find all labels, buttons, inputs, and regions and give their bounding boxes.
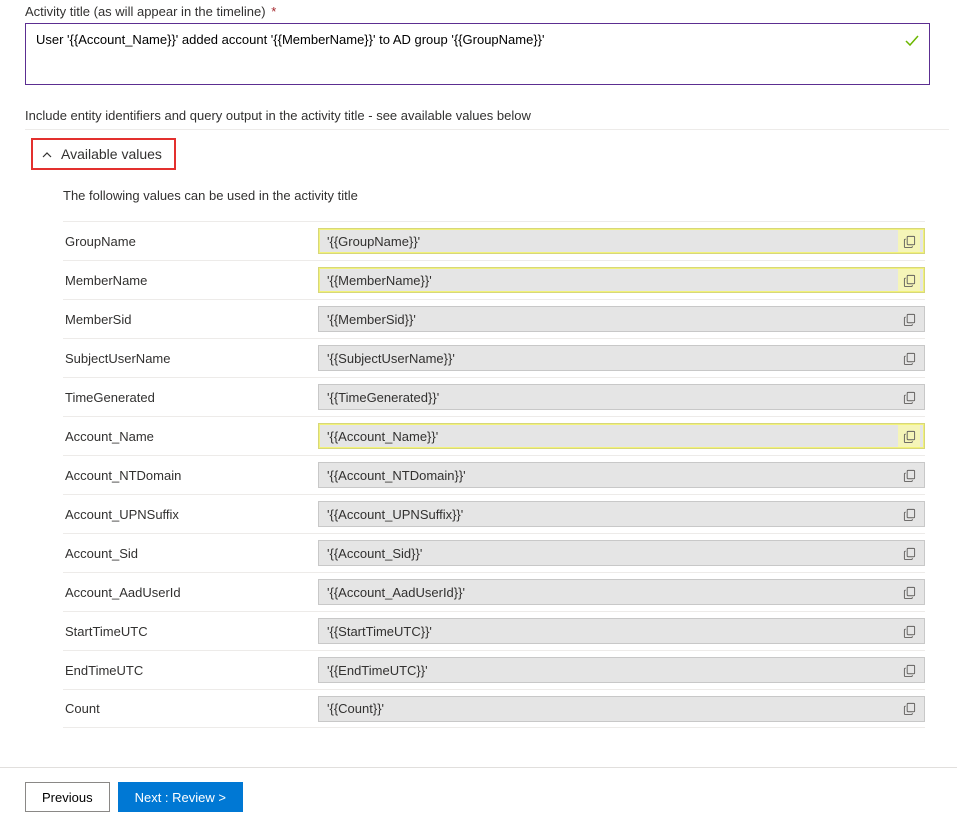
copy-icon[interactable] bbox=[898, 425, 920, 447]
value-name: TimeGenerated bbox=[63, 390, 318, 405]
value-name: Account_AadUserId bbox=[63, 585, 318, 600]
value-token-box: '{{EndTimeUTC}}' bbox=[318, 657, 925, 683]
value-token: '{{Account_NTDomain}}' bbox=[327, 468, 898, 483]
value-row: MemberName '{{MemberName}}' bbox=[63, 260, 925, 299]
value-token: '{{EndTimeUTC}}' bbox=[327, 663, 898, 678]
available-values-toggle[interactable]: Available values bbox=[31, 138, 176, 170]
copy-icon[interactable] bbox=[898, 464, 920, 486]
divider bbox=[25, 129, 949, 130]
value-token: '{{Account_UPNSuffix}}' bbox=[327, 507, 898, 522]
value-name: MemberName bbox=[63, 273, 318, 288]
copy-icon[interactable] bbox=[898, 698, 920, 720]
copy-icon[interactable] bbox=[898, 503, 920, 525]
value-row: SubjectUserName '{{SubjectUserName}}' bbox=[63, 338, 925, 377]
available-values-label: Available values bbox=[61, 146, 162, 162]
value-name: EndTimeUTC bbox=[63, 663, 318, 678]
value-name: Account_UPNSuffix bbox=[63, 507, 318, 522]
value-row: Account_Name '{{Account_Name}}' bbox=[63, 416, 925, 455]
value-token: '{{Account_Name}}' bbox=[327, 429, 898, 444]
value-row: Account_AadUserId '{{Account_AadUserId}}' bbox=[63, 572, 925, 611]
chevron-up-icon bbox=[41, 148, 53, 160]
value-token: '{{Account_Sid}}' bbox=[327, 546, 898, 561]
value-token-box: '{{Account_NTDomain}}' bbox=[318, 462, 925, 488]
value-token: '{{MemberSid}}' bbox=[327, 312, 898, 327]
value-token: '{{GroupName}}' bbox=[327, 234, 898, 249]
value-name: Account_NTDomain bbox=[63, 468, 318, 483]
value-token-box: '{{GroupName}}' bbox=[318, 228, 925, 254]
value-row: Count '{{Count}}' bbox=[63, 689, 925, 728]
copy-icon[interactable] bbox=[898, 542, 920, 564]
value-token-box: '{{MemberName}}' bbox=[318, 267, 925, 293]
value-name: SubjectUserName bbox=[63, 351, 318, 366]
copy-icon[interactable] bbox=[898, 347, 920, 369]
value-token-box: '{{TimeGenerated}}' bbox=[318, 384, 925, 410]
value-name: Count bbox=[63, 701, 318, 716]
value-row: EndTimeUTC '{{EndTimeUTC}}' bbox=[63, 650, 925, 689]
value-row: Account_NTDomain '{{Account_NTDomain}}' bbox=[63, 455, 925, 494]
value-token-box: '{{Account_AadUserId}}' bbox=[318, 579, 925, 605]
copy-icon[interactable] bbox=[898, 269, 920, 291]
checkmark-icon bbox=[904, 33, 920, 49]
required-marker: * bbox=[271, 4, 276, 19]
value-token-box: '{{StartTimeUTC}}' bbox=[318, 618, 925, 644]
copy-icon[interactable] bbox=[898, 620, 920, 642]
value-token-box: '{{Account_Name}}' bbox=[318, 423, 925, 449]
value-row: Account_UPNSuffix '{{Account_UPNSuffix}}' bbox=[63, 494, 925, 533]
value-token-box: '{{MemberSid}}' bbox=[318, 306, 925, 332]
activity-title-input[interactable] bbox=[25, 23, 930, 85]
value-name: Account_Name bbox=[63, 429, 318, 444]
copy-icon[interactable] bbox=[898, 659, 920, 681]
value-name: MemberSid bbox=[63, 312, 318, 327]
value-row: Account_Sid '{{Account_Sid}}' bbox=[63, 533, 925, 572]
hint-text: Include entity identifiers and query out… bbox=[25, 108, 949, 123]
value-name: GroupName bbox=[63, 234, 318, 249]
value-token-box: '{{Account_UPNSuffix}}' bbox=[318, 501, 925, 527]
wizard-footer: Previous Next : Review > bbox=[0, 767, 957, 826]
previous-button[interactable]: Previous bbox=[25, 782, 110, 812]
value-token: '{{Account_AadUserId}}' bbox=[327, 585, 898, 600]
value-token: '{{MemberName}}' bbox=[327, 273, 898, 288]
value-name: StartTimeUTC bbox=[63, 624, 318, 639]
values-table: GroupName '{{GroupName}}' MemberName '{{Mem… bbox=[63, 221, 925, 728]
copy-icon[interactable] bbox=[898, 308, 920, 330]
copy-icon[interactable] bbox=[898, 230, 920, 252]
value-row: GroupName '{{GroupName}}' bbox=[63, 221, 925, 260]
value-token: '{{TimeGenerated}}' bbox=[327, 390, 898, 405]
value-token-box: '{{Count}}' bbox=[318, 696, 925, 722]
available-values-intro: The following values can be used in the … bbox=[63, 188, 949, 203]
value-token-box: '{{SubjectUserName}}' bbox=[318, 345, 925, 371]
copy-icon[interactable] bbox=[898, 386, 920, 408]
value-token-box: '{{Account_Sid}}' bbox=[318, 540, 925, 566]
value-row: StartTimeUTC '{{StartTimeUTC}}' bbox=[63, 611, 925, 650]
next-review-button[interactable]: Next : Review > bbox=[118, 782, 243, 812]
copy-icon[interactable] bbox=[898, 581, 920, 603]
value-name: Account_Sid bbox=[63, 546, 318, 561]
activity-title-label: Activity title (as will appear in the ti… bbox=[25, 4, 949, 19]
value-row: TimeGenerated '{{TimeGenerated}}' bbox=[63, 377, 925, 416]
value-token: '{{StartTimeUTC}}' bbox=[327, 624, 898, 639]
value-token: '{{Count}}' bbox=[327, 701, 898, 716]
value-token: '{{SubjectUserName}}' bbox=[327, 351, 898, 366]
value-row: MemberSid '{{MemberSid}}' bbox=[63, 299, 925, 338]
